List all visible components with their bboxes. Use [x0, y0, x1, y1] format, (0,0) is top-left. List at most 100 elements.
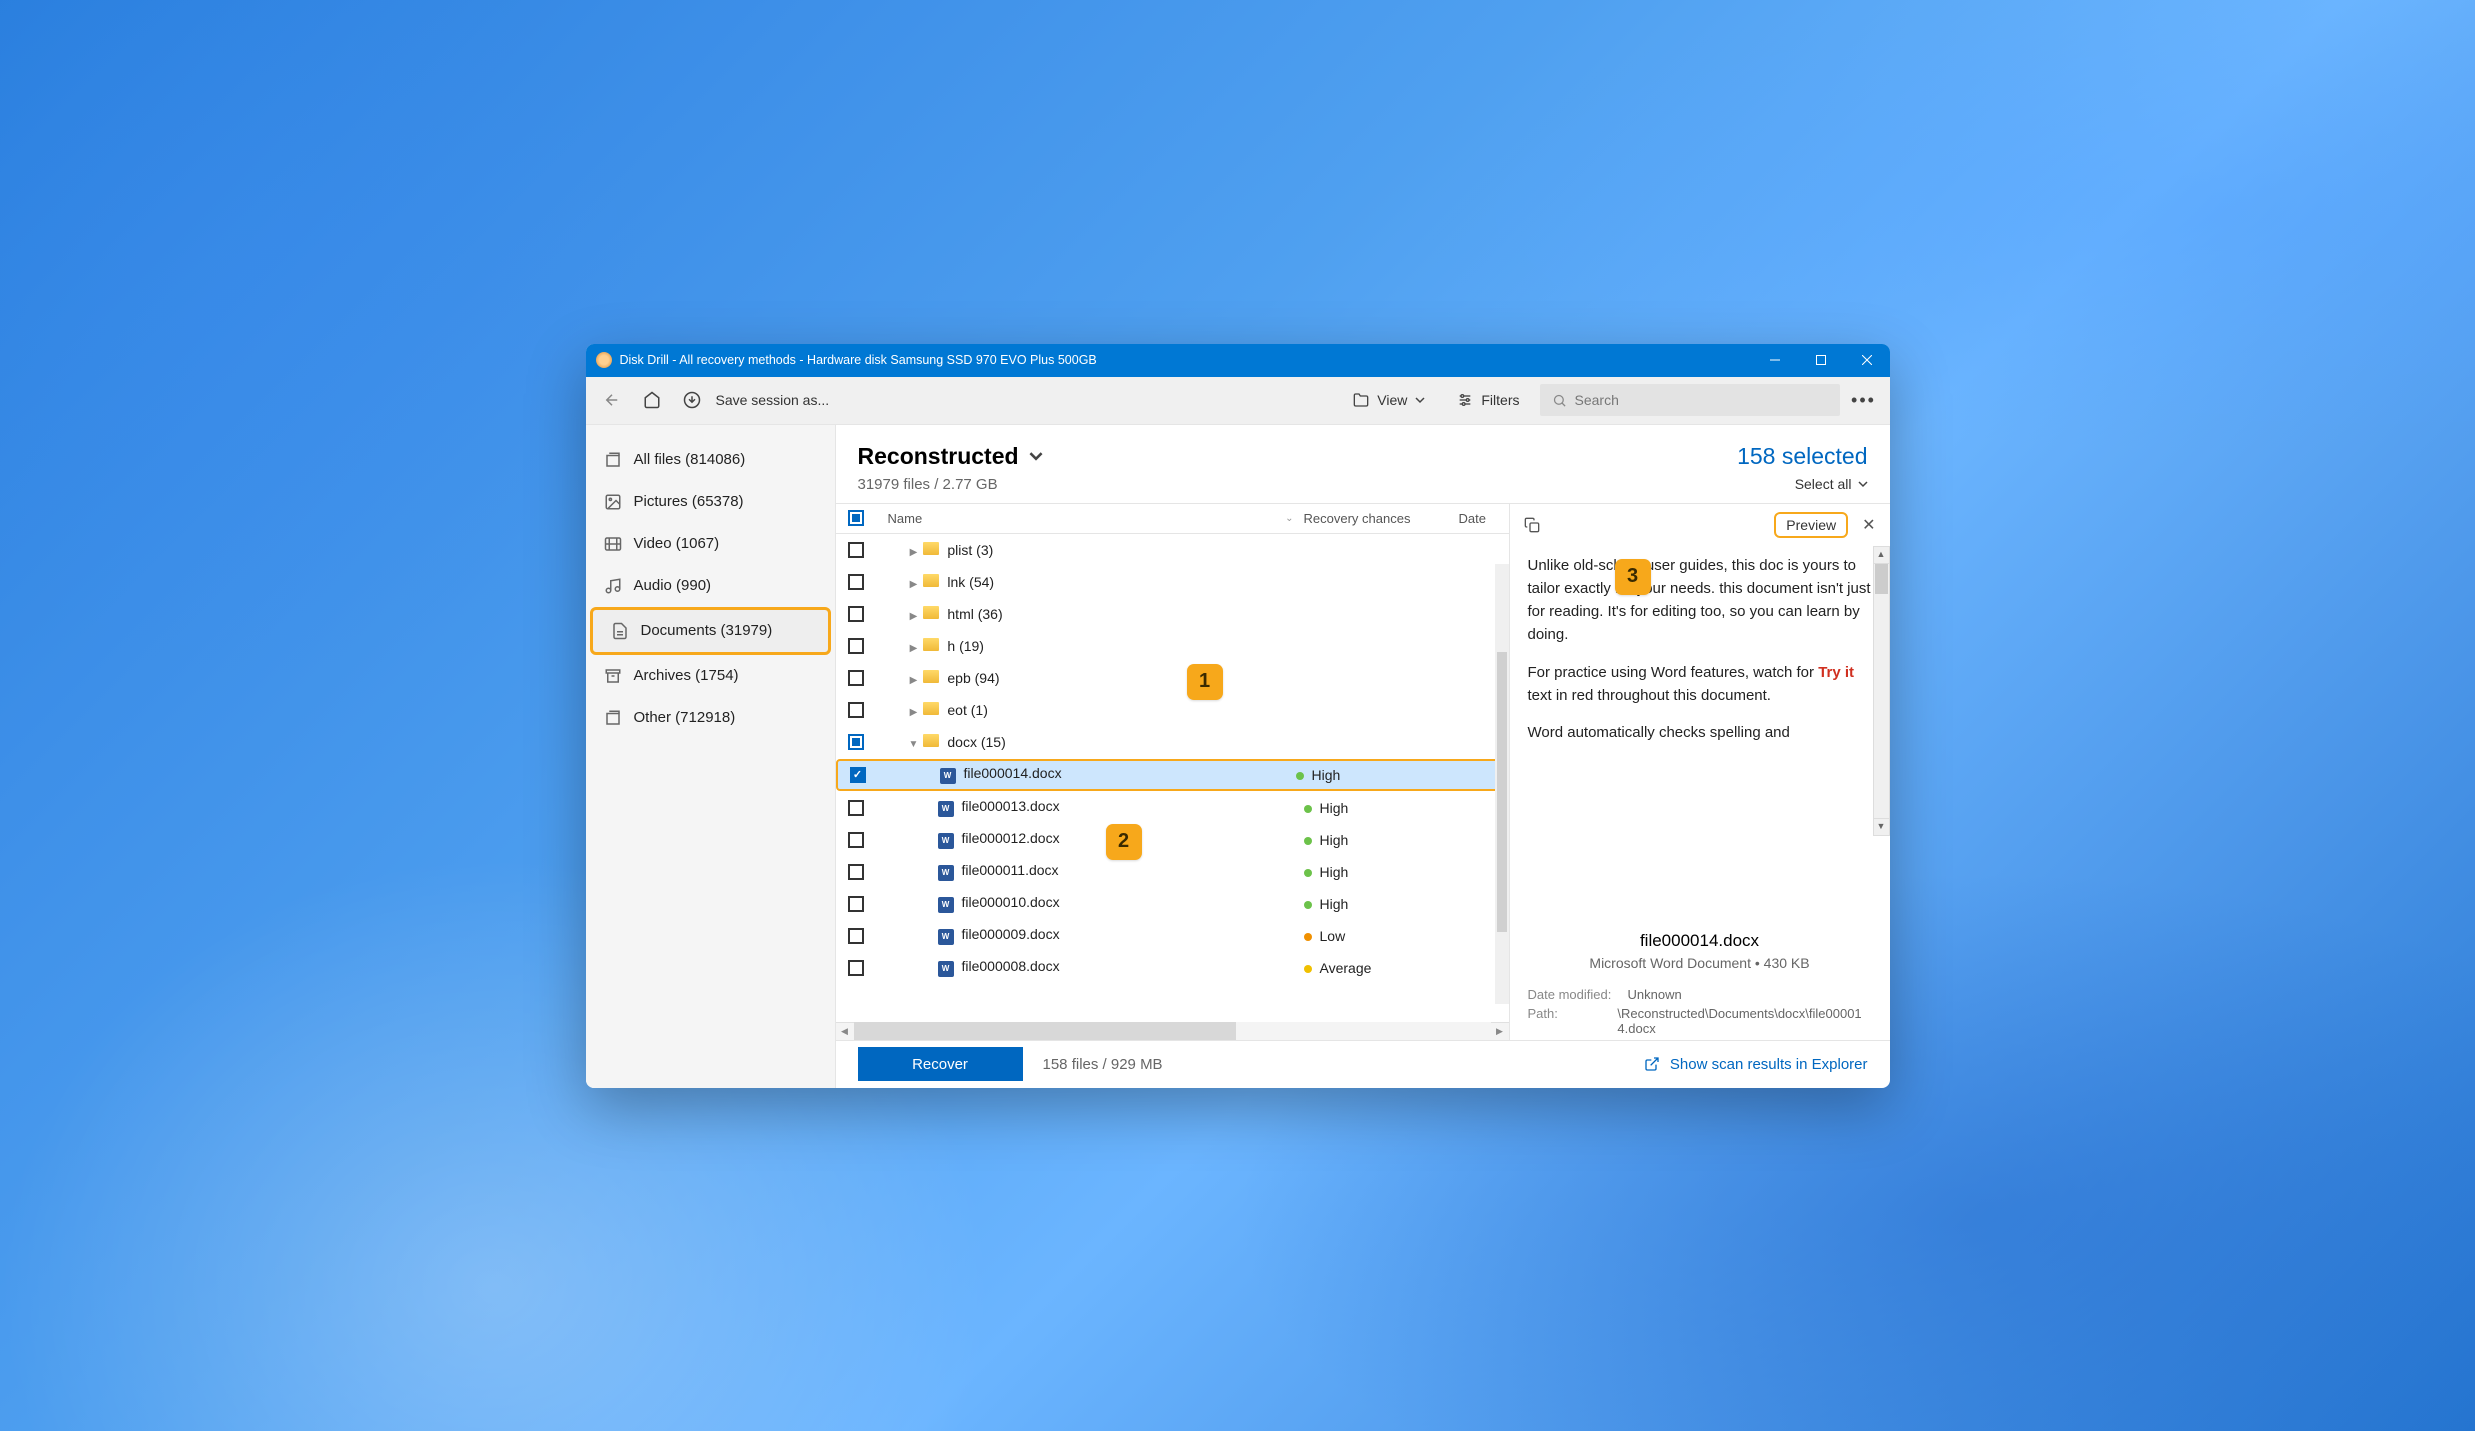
- external-link-icon: [1644, 1056, 1660, 1072]
- sidebar-item-audio[interactable]: Audio (990): [586, 565, 835, 607]
- file-row[interactable]: file000009.docxLow: [836, 920, 1509, 952]
- row-checkbox[interactable]: [848, 896, 864, 912]
- file-row[interactable]: file000011.docxHigh: [836, 856, 1509, 888]
- preview-button[interactable]: Preview: [1774, 512, 1848, 538]
- film-icon: [604, 535, 622, 553]
- path-label: Path:: [1528, 1006, 1618, 1036]
- filters-button[interactable]: Filters: [1445, 384, 1531, 416]
- row-checkbox[interactable]: [848, 960, 864, 976]
- row-checkbox[interactable]: [848, 606, 864, 622]
- chevron-down-icon: [1858, 479, 1868, 489]
- file-row[interactable]: file000008.docxAverage: [836, 952, 1509, 984]
- main-area: Reconstructed 31979 files / 2.77 GB 158 …: [836, 425, 1890, 1088]
- maximize-button[interactable]: [1798, 344, 1844, 377]
- folder-icon: [1353, 392, 1369, 408]
- folder-icon: [923, 734, 939, 747]
- more-button[interactable]: •••: [1848, 390, 1880, 411]
- preview-scrollbar[interactable]: ▲ ▼: [1873, 546, 1890, 836]
- folder-row[interactable]: ▶ h (19): [836, 630, 1509, 662]
- view-button[interactable]: View: [1341, 384, 1437, 416]
- app-icon: [596, 352, 612, 368]
- docx-icon: [938, 801, 954, 817]
- row-checkbox[interactable]: [850, 767, 866, 783]
- search-icon: [1552, 393, 1567, 408]
- select-all-checkbox[interactable]: [848, 510, 864, 526]
- archive-icon: [604, 667, 622, 685]
- recover-button[interactable]: Recover: [858, 1047, 1023, 1081]
- expand-icon[interactable]: ▶: [908, 643, 920, 654]
- folder-row[interactable]: ▶ plist (3): [836, 534, 1509, 566]
- row-checkbox[interactable]: [848, 670, 864, 686]
- row-checkbox[interactable]: [848, 702, 864, 718]
- horizontal-scrollbar[interactable]: ◀ ▶: [836, 1022, 1509, 1040]
- folder-row[interactable]: ▶ epb (94): [836, 662, 1509, 694]
- collapse-icon[interactable]: ▼: [908, 739, 920, 750]
- close-preview-button[interactable]: ✕: [1862, 515, 1875, 535]
- folder-icon: [923, 702, 939, 715]
- file-row[interactable]: file000010.docxHigh: [836, 888, 1509, 920]
- row-checkbox[interactable]: [848, 542, 864, 558]
- folder-row[interactable]: ▼ docx (15): [836, 726, 1509, 758]
- scroll-up-button[interactable]: ▲: [1874, 547, 1889, 564]
- file-row[interactable]: file000013.docxHigh: [836, 792, 1509, 824]
- minimize-button[interactable]: [1752, 344, 1798, 377]
- folder-icon: [923, 638, 939, 651]
- callout-2: 2: [1106, 824, 1142, 860]
- folder-row[interactable]: ▶ html (36): [836, 598, 1509, 630]
- column-header: Name⌄ Recovery chances Date: [836, 504, 1509, 534]
- sidebar-item-pictures[interactable]: Pictures (65378): [586, 481, 835, 523]
- copy-icon[interactable]: [1524, 517, 1540, 533]
- column-date[interactable]: Date: [1459, 511, 1509, 526]
- scroll-down-button[interactable]: ▼: [1874, 818, 1889, 835]
- search-input[interactable]: Search: [1540, 384, 1840, 416]
- date-modified-value: Unknown: [1628, 987, 1682, 1002]
- folder-icon: [923, 542, 939, 555]
- column-name[interactable]: Name⌄: [876, 511, 1304, 526]
- row-checkbox[interactable]: [848, 832, 864, 848]
- sidebar-item-other[interactable]: Other (712918): [586, 697, 835, 739]
- close-button[interactable]: [1844, 344, 1890, 377]
- expand-icon[interactable]: ▶: [908, 675, 920, 686]
- vertical-scrollbar[interactable]: [1495, 564, 1509, 1004]
- sidebar-item-video[interactable]: Video (1067): [586, 523, 835, 565]
- file-row[interactable]: file000012.docxHigh: [836, 824, 1509, 856]
- footer-summary: 158 files / 929 MB: [1043, 1056, 1163, 1073]
- row-checkbox[interactable]: [848, 734, 864, 750]
- save-session-button[interactable]: Save session as...: [716, 392, 830, 408]
- expand-icon[interactable]: ▶: [908, 707, 920, 718]
- footer: Recover 158 files / 929 MB Show scan res…: [836, 1040, 1890, 1088]
- folder-row[interactable]: ▶ lnk (54): [836, 566, 1509, 598]
- status-dot: [1296, 772, 1304, 780]
- sidebar-item-documents[interactable]: Documents (31979): [590, 607, 831, 655]
- expand-icon[interactable]: ▶: [908, 579, 920, 590]
- row-checkbox[interactable]: [848, 574, 864, 590]
- expand-icon[interactable]: ▶: [908, 547, 920, 558]
- row-checkbox[interactable]: [848, 928, 864, 944]
- docx-icon: [938, 865, 954, 881]
- row-checkbox[interactable]: [848, 864, 864, 880]
- column-recovery[interactable]: Recovery chances: [1304, 511, 1459, 526]
- scroll-right-button[interactable]: ▶: [1491, 1022, 1509, 1040]
- sidebar-item-archives[interactable]: Archives (1754): [586, 655, 835, 697]
- stack-icon: [604, 709, 622, 727]
- row-checkbox[interactable]: [848, 800, 864, 816]
- date-modified-label: Date modified:: [1528, 987, 1628, 1002]
- back-button[interactable]: [596, 384, 628, 416]
- scroll-left-button[interactable]: ◀: [836, 1022, 854, 1040]
- preview-filename: file000014.docx: [1528, 931, 1872, 951]
- show-in-explorer-link[interactable]: Show scan results in Explorer: [1644, 1056, 1868, 1073]
- download-icon[interactable]: [676, 384, 708, 416]
- folder-row[interactable]: ▶ eot (1): [836, 694, 1509, 726]
- callout-1: 1: [1187, 664, 1223, 700]
- row-checkbox[interactable]: [848, 638, 864, 654]
- page-title[interactable]: Reconstructed: [858, 443, 1043, 470]
- file-row[interactable]: file000014.docxHigh: [836, 759, 1503, 791]
- app-window: Disk Drill - All recovery methods - Hard…: [586, 344, 1890, 1088]
- expand-icon[interactable]: ▶: [908, 611, 920, 622]
- sidebar-item-all-files[interactable]: All files (814086): [586, 439, 835, 481]
- folder-icon: [923, 606, 939, 619]
- preview-panel: Preview ✕ ▲ ▼ Unlike old-school user gui…: [1510, 504, 1890, 1040]
- home-button[interactable]: [636, 384, 668, 416]
- select-all-button[interactable]: Select all: [1737, 476, 1867, 492]
- preview-filetype: Microsoft Word Document • 430 KB: [1528, 955, 1872, 971]
